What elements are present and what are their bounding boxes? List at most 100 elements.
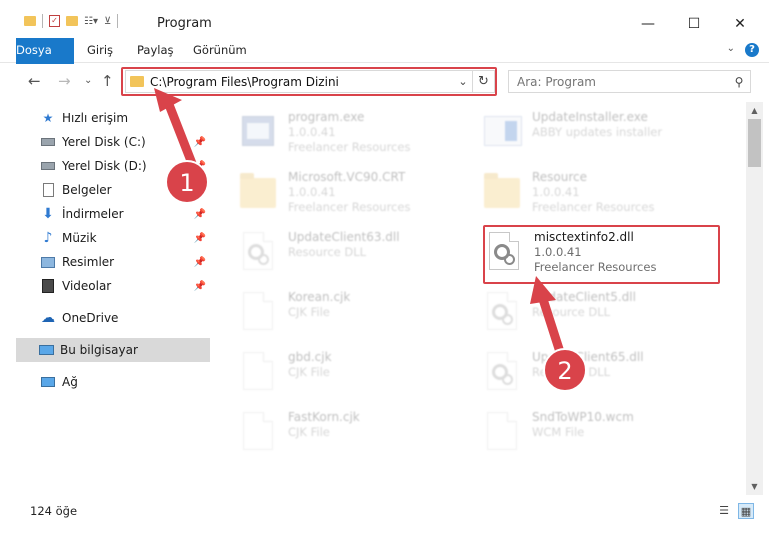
sidebar-item-label: Bu bilgisayar bbox=[60, 343, 138, 357]
scroll-down-icon[interactable]: ▼ bbox=[746, 478, 763, 495]
file-detail: Freelancer Resources bbox=[288, 200, 411, 214]
divider bbox=[42, 14, 43, 28]
exe-icon bbox=[240, 112, 276, 154]
maximize-button[interactable]: ☐ bbox=[671, 10, 717, 38]
search-box[interactable]: ⚲ bbox=[508, 70, 751, 93]
file-detail: CJK File bbox=[288, 305, 330, 319]
scrollbar-thumb[interactable] bbox=[748, 119, 761, 167]
sidebar-item-onedrive[interactable]: ☁ OneDrive bbox=[40, 306, 234, 330]
sidebar-item-local-disk-d[interactable]: Yerel Disk (D:) 📌 bbox=[40, 154, 210, 178]
file-item[interactable]: FastKorn.cjk CJK File bbox=[240, 408, 480, 464]
file-item[interactable]: gbd.cjk CJK File bbox=[240, 348, 480, 404]
tab-home[interactable]: Giriş bbox=[87, 38, 113, 63]
documents-icon bbox=[40, 182, 56, 198]
sidebar-item-downloads[interactable]: ⬇ İndirmeler 📌 bbox=[40, 202, 210, 226]
dll-icon bbox=[240, 232, 276, 274]
sidebar-item-local-disk-c[interactable]: Yerel Disk (C:) 📌 bbox=[40, 130, 210, 154]
refresh-icon[interactable]: ↻ bbox=[472, 71, 494, 92]
up-arrow-icon[interactable]: ↑ bbox=[101, 72, 114, 90]
download-icon: ⬇ bbox=[42, 206, 54, 222]
file-icon bbox=[240, 352, 276, 394]
drive-icon bbox=[40, 134, 56, 150]
computer-icon bbox=[38, 342, 54, 358]
sidebar-item-this-pc[interactable]: Bu bilgisayar bbox=[16, 338, 210, 362]
pin-icon: 📌 bbox=[193, 280, 206, 292]
item-count: 124 öğe bbox=[30, 504, 78, 518]
file-name: UpdateClient63.dll bbox=[288, 230, 400, 244]
customize-toolbar-icon[interactable]: ⊻ bbox=[104, 16, 111, 27]
tab-share[interactable]: Paylaş bbox=[137, 38, 174, 63]
folder-icon bbox=[24, 16, 36, 26]
file-name: UpdateClient5.dll bbox=[532, 290, 636, 304]
file-detail: Resource DLL bbox=[532, 305, 611, 319]
window-title: Program bbox=[157, 16, 212, 31]
file-icon bbox=[484, 412, 520, 454]
vertical-scrollbar[interactable]: ▲ ▼ bbox=[746, 102, 763, 495]
quick-access-toolbar: ✓ ☷▾ ⊻ bbox=[24, 14, 119, 28]
file-item[interactable]: UpdateClient5.dll Resource DLL bbox=[484, 288, 724, 344]
sidebar-item-label: Yerel Disk (D:) bbox=[62, 159, 147, 173]
pin-icon: 📌 bbox=[193, 232, 206, 244]
file-item[interactable]: Korean.cjk CJK File bbox=[240, 288, 480, 344]
sidebar-item-label: Hızlı erişim bbox=[62, 111, 129, 125]
sidebar-item-pictures[interactable]: Resimler 📌 bbox=[40, 250, 210, 274]
sidebar-item-label: Ağ bbox=[62, 375, 78, 389]
address-path[interactable]: C:\Program Files\Program Dizini bbox=[150, 75, 454, 89]
address-bar[interactable]: C:\Program Files\Program Dizini ⌄ ↻ bbox=[125, 70, 495, 93]
file-item-misctextinfo2[interactable]: misctextinfo2.dll 1.0.0.41 Freelancer Re… bbox=[486, 228, 726, 284]
tab-view[interactable]: Görünüm bbox=[193, 38, 247, 63]
pin-icon: 📌 bbox=[193, 208, 206, 220]
explorer-window: ✓ ☷▾ ⊻ Program — ☐ ✕ Dosya Giriş Paylaş … bbox=[0, 0, 769, 535]
details-view-icon[interactable]: ☰ bbox=[716, 503, 732, 519]
file-item[interactable]: UpdateInstaller.exe ABBY updates install… bbox=[484, 108, 724, 164]
sidebar-item-videos[interactable]: Videolar 📌 bbox=[40, 274, 210, 298]
forward-arrow-icon[interactable]: → bbox=[58, 72, 71, 90]
minimize-button[interactable]: — bbox=[625, 10, 671, 38]
expand-ribbon-icon[interactable]: ⌄ bbox=[727, 43, 735, 54]
sidebar-item-documents[interactable]: Belgeler 📌 bbox=[40, 178, 210, 202]
file-name: Resource bbox=[532, 170, 588, 184]
file-icon bbox=[240, 292, 276, 334]
file-item[interactable]: UpdateClient63.dll Resource DLL bbox=[240, 228, 480, 284]
file-item[interactable]: SndToWP10.wcm WCM File bbox=[484, 408, 724, 464]
view-options-icon[interactable]: ☷▾ bbox=[84, 16, 98, 27]
properties-icon[interactable]: ✓ bbox=[49, 15, 60, 27]
file-item[interactable]: Microsoft.VC90.CRT 1.0.0.41 Freelancer R… bbox=[240, 168, 480, 224]
title-bar: ✓ ☷▾ ⊻ Program — ☐ ✕ bbox=[0, 0, 769, 38]
recent-locations-icon[interactable]: ⌄ bbox=[84, 75, 92, 86]
back-arrow-icon[interactable]: ← bbox=[28, 72, 41, 90]
search-input[interactable] bbox=[517, 74, 728, 89]
file-detail: 1.0.0.41 bbox=[534, 245, 582, 259]
file-detail: Freelancer Resources bbox=[288, 140, 411, 154]
sidebar-item-label: İndirmeler bbox=[62, 207, 124, 221]
file-detail: Freelancer Resources bbox=[534, 260, 657, 274]
file-detail: Resource DLL bbox=[532, 365, 611, 379]
tiles-view-icon[interactable]: ▦ bbox=[738, 503, 754, 519]
installer-icon bbox=[484, 112, 522, 154]
file-item[interactable]: UpdateClient65.dll Resource DLL bbox=[484, 348, 724, 404]
file-name: UpdateClient65.dll bbox=[532, 350, 644, 364]
search-icon[interactable]: ⚲ bbox=[728, 75, 750, 89]
scroll-up-icon[interactable]: ▲ bbox=[746, 102, 763, 119]
new-folder-icon[interactable] bbox=[66, 16, 78, 26]
file-item[interactable]: program.exe 1.0.0.41 Freelancer Resource… bbox=[240, 108, 480, 164]
file-item[interactable]: Resource 1.0.0.41 Freelancer Resources bbox=[484, 168, 724, 224]
navigation-pane: ★ Hızlı erişim Yerel Disk (C:) 📌 Yerel D… bbox=[0, 102, 210, 495]
sidebar-item-quick-access[interactable]: ★ Hızlı erişim bbox=[40, 106, 234, 130]
pin-icon: 📌 bbox=[193, 160, 206, 172]
file-detail: WCM File bbox=[532, 425, 585, 439]
sidebar-item-label: OneDrive bbox=[62, 311, 119, 325]
status-bar: 124 öğe ☰ ▦ bbox=[0, 497, 769, 535]
file-name: Korean.cjk bbox=[288, 290, 351, 304]
file-name: program.exe bbox=[288, 110, 365, 124]
help-icon[interactable]: ? bbox=[745, 43, 759, 57]
videos-icon bbox=[40, 278, 56, 294]
close-button[interactable]: ✕ bbox=[717, 10, 763, 38]
sidebar-item-network[interactable]: Ağ bbox=[40, 370, 234, 394]
dll-icon bbox=[484, 352, 520, 394]
file-detail: CJK File bbox=[288, 425, 330, 439]
file-name: UpdateInstaller.exe bbox=[532, 110, 648, 124]
sidebar-item-music[interactable]: ♪ Müzik 📌 bbox=[40, 226, 210, 250]
chevron-down-icon[interactable]: ⌄ bbox=[454, 75, 472, 88]
pin-icon: 📌 bbox=[193, 256, 206, 268]
